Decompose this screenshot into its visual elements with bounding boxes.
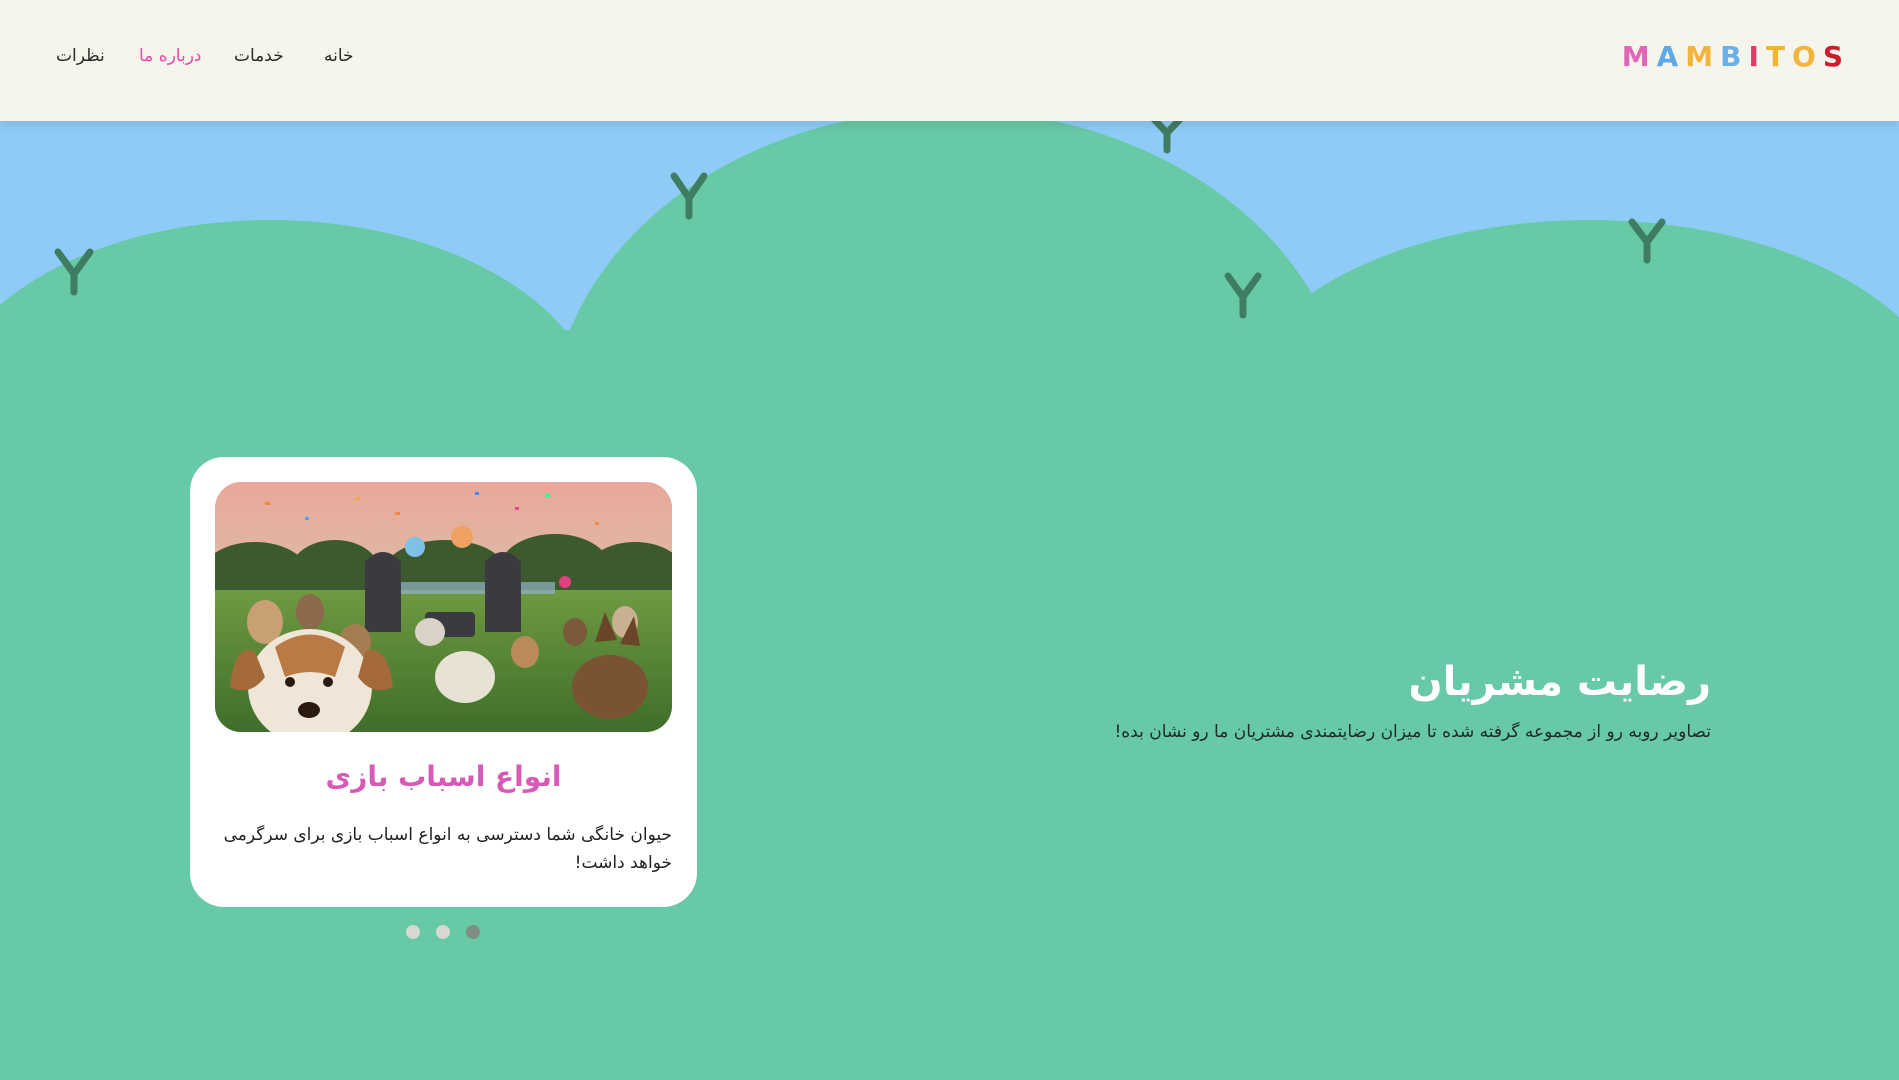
hero-section: رضایت مشریان تصاویر روبه رو از مجموعه گر… bbox=[1114, 658, 1711, 742]
hero-title: رضایت مشریان bbox=[1408, 659, 1711, 705]
logo-letter: B bbox=[1720, 40, 1743, 73]
logo-letter: M bbox=[1621, 40, 1651, 73]
card-image bbox=[215, 482, 672, 732]
carousel-dot[interactable] bbox=[406, 925, 420, 939]
nav-item-home[interactable]: خانه bbox=[324, 46, 374, 66]
dogs-party-illustration bbox=[215, 482, 672, 732]
card-title: انواع اسباب بازی bbox=[325, 760, 562, 793]
carousel-dot[interactable] bbox=[466, 925, 480, 939]
carousel-dot[interactable] bbox=[436, 925, 450, 939]
brand-logo[interactable]: MAMBITOS bbox=[1622, 40, 1844, 73]
logo-letter: A bbox=[1656, 40, 1680, 73]
logo-letter: T bbox=[1765, 40, 1787, 73]
nav-item-services[interactable]: خدمات bbox=[234, 46, 304, 66]
logo-letter: O bbox=[1792, 40, 1817, 73]
site-header: نظرات درباره ما خدمات خانه MAMBITOS bbox=[0, 0, 1899, 121]
logo-letter: I bbox=[1748, 40, 1760, 73]
nav-item-reviews[interactable]: نظرات bbox=[56, 46, 116, 66]
carousel-dots bbox=[406, 925, 480, 939]
logo-letter: M bbox=[1685, 40, 1715, 73]
card-description: حیوان خانگی شما دسترسی به انواع اسباب با… bbox=[223, 825, 672, 874]
nav-item-about[interactable]: درباره ما bbox=[139, 46, 209, 66]
logo-letter: S bbox=[1822, 40, 1844, 73]
hero-subtitle: تصاویر روبه رو از مجموعه گرفته شده تا می… bbox=[1114, 722, 1711, 742]
service-card: انواع اسباب بازی حیوان خانگی شما دسترسی … bbox=[190, 457, 697, 907]
